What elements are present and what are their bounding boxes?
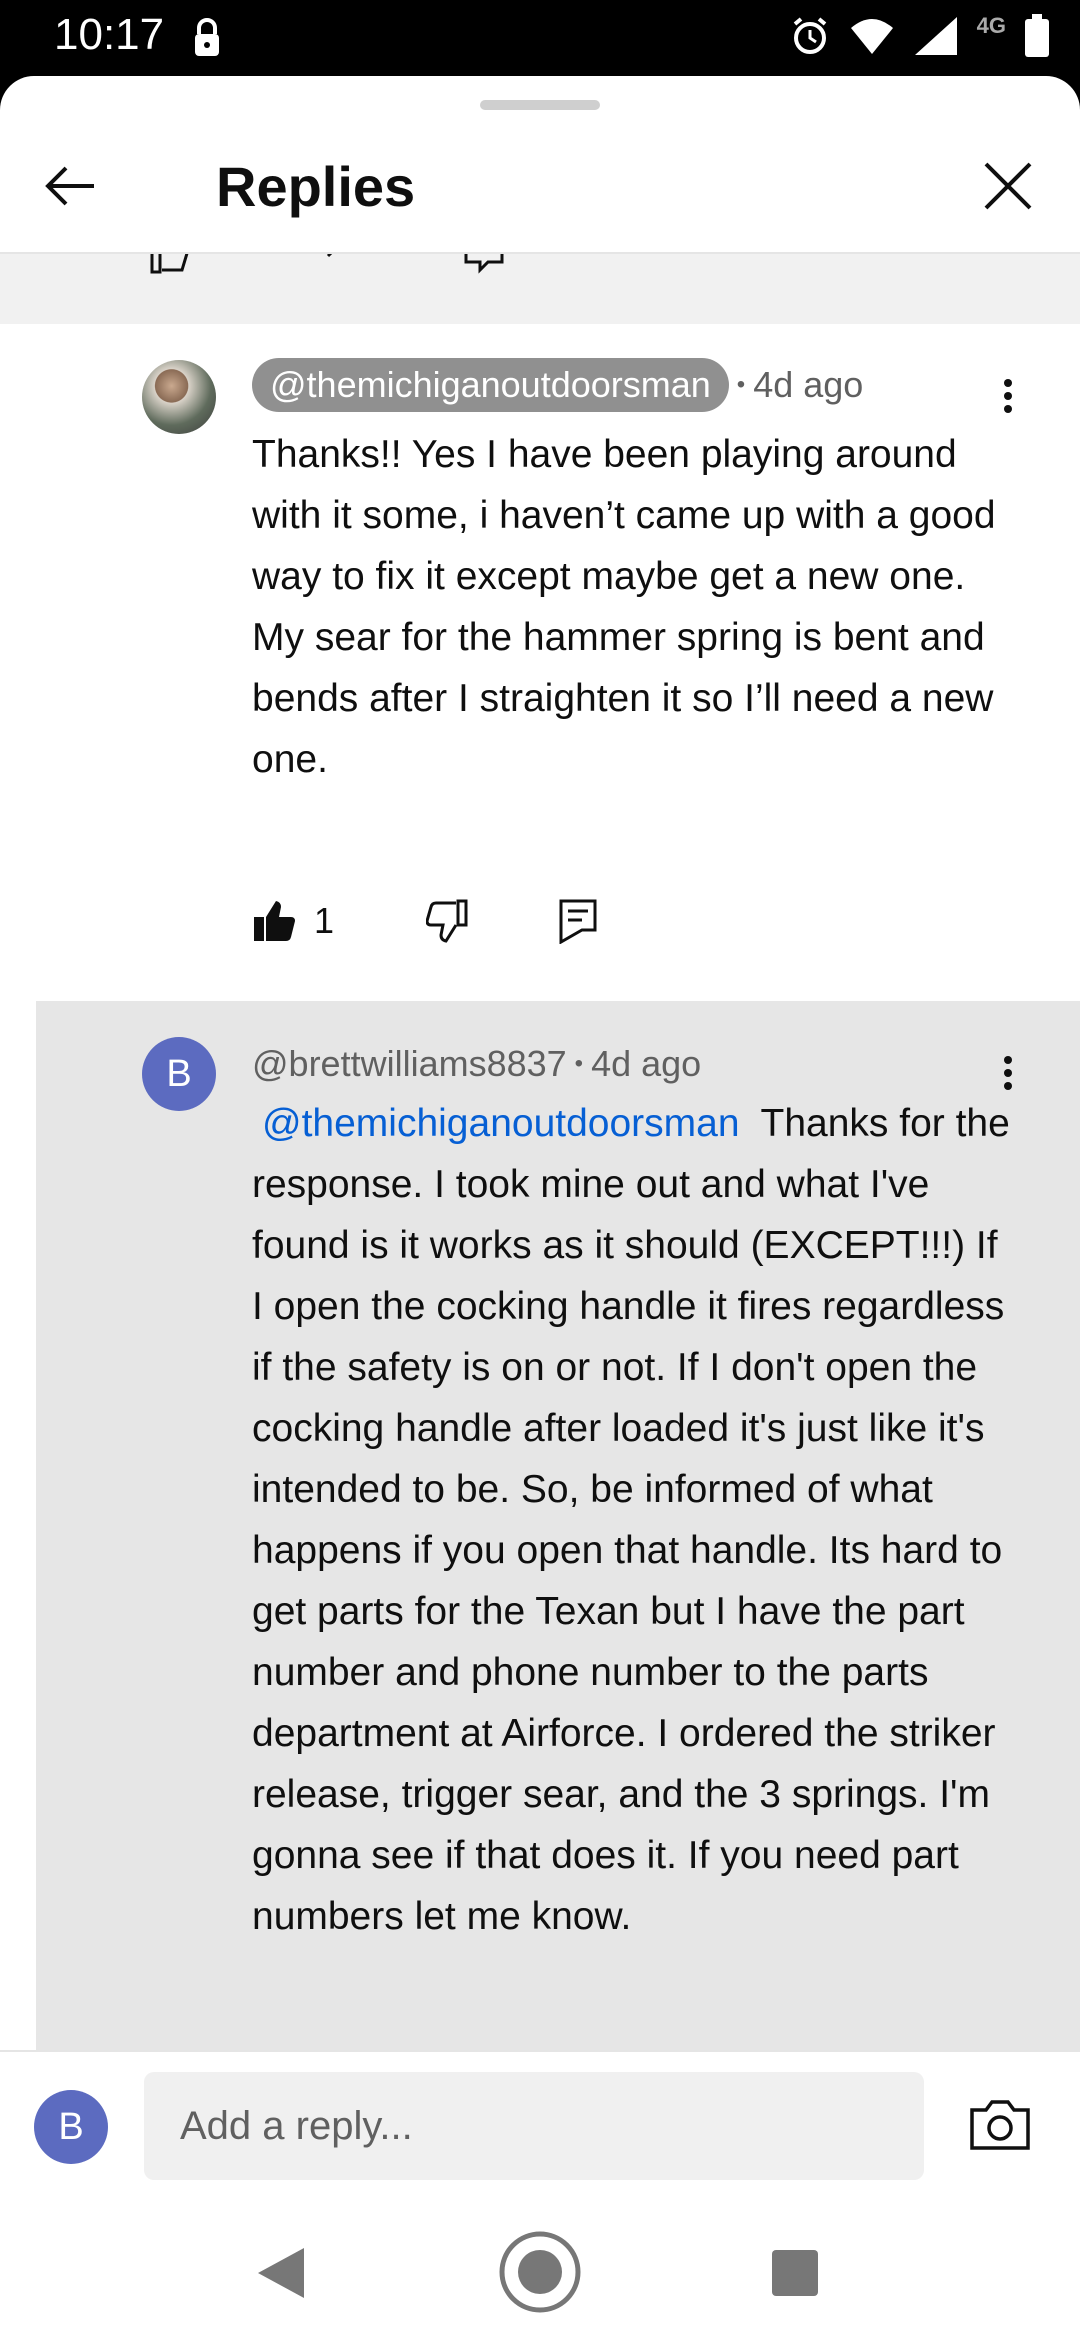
camera-icon[interactable] xyxy=(968,2096,1032,2152)
comment-timestamp: 4d ago xyxy=(591,1043,702,1084)
avatar[interactable]: B xyxy=(142,1037,216,1111)
more-options-icon[interactable] xyxy=(998,374,1018,424)
system-nav-bar xyxy=(0,2200,1080,2340)
comment-meta: @themichiganoutdoorsman • 4d ago xyxy=(252,358,863,412)
replies-header: Replies xyxy=(0,116,1080,254)
like-icon xyxy=(150,252,189,274)
dislike-button[interactable] xyxy=(426,899,470,943)
reply-input[interactable]: Add a reply... xyxy=(144,2072,924,2180)
comment-text: @themichiganoutdoorsman Thanks for the r… xyxy=(252,1093,1012,1947)
alarm-icon xyxy=(793,17,826,54)
status-icons: 4G xyxy=(789,13,1050,58)
lock-icon xyxy=(195,18,219,56)
reply-comment: @themichiganoutdoorsman • 4d ago Thanks!… xyxy=(0,324,1080,1004)
like-button[interactable]: 1 xyxy=(252,899,334,943)
reply-icon xyxy=(559,899,597,944)
replies-sheet: Replies @themichiganoutdoorsman • 4d ago… xyxy=(0,76,1080,2340)
page-title: Replies xyxy=(216,155,416,218)
status-bar: 10:17 4G xyxy=(0,0,1080,76)
network-label: 4G xyxy=(976,13,1006,38)
reply-icon xyxy=(464,252,504,274)
meta-separator: • xyxy=(736,371,746,398)
mention-link[interactable]: @themichiganoutdoorsman xyxy=(262,1102,740,1145)
battery-icon xyxy=(1025,14,1049,57)
nav-back-icon[interactable] xyxy=(256,2246,306,2300)
reply-button[interactable] xyxy=(558,898,598,944)
comment-timestamp: 4d ago xyxy=(753,364,864,405)
author-handle[interactable]: @brettwilliams8837 xyxy=(252,1043,567,1085)
back-arrow-icon[interactable] xyxy=(40,156,100,216)
author-handle-chip[interactable]: @themichiganoutdoorsman xyxy=(252,358,729,412)
sheet-grabber[interactable] xyxy=(480,100,600,110)
status-time: 10:17 xyxy=(54,10,165,59)
highlighted-reply-comment: B @brettwilliams8837 • 4d ago @themichig… xyxy=(36,1001,1080,2125)
close-icon[interactable] xyxy=(978,156,1038,216)
comment-actions: 1 xyxy=(252,898,598,944)
avatar[interactable] xyxy=(142,360,216,434)
meta-separator: • xyxy=(574,1050,584,1077)
dislike-icon xyxy=(426,899,468,943)
signal-icon xyxy=(914,17,957,55)
comment-text: Thanks!! Yes I have been playing around … xyxy=(252,433,996,781)
dislike-icon xyxy=(326,252,335,258)
wifi-icon xyxy=(850,19,893,54)
user-avatar[interactable]: B xyxy=(34,2090,108,2164)
comment-meta: @brettwilliams8837 • 4d ago xyxy=(252,1043,701,1085)
nav-home-icon[interactable] xyxy=(498,2230,582,2314)
reply-composer: B Add a reply... xyxy=(0,2050,1080,2202)
like-filled-icon xyxy=(254,901,295,941)
comment-body: Thanks for the response. I took mine out… xyxy=(252,1102,1010,1938)
parent-comment-strip xyxy=(0,252,1080,324)
like-count: 1 xyxy=(314,900,335,941)
nav-recents-icon[interactable] xyxy=(770,2248,820,2298)
